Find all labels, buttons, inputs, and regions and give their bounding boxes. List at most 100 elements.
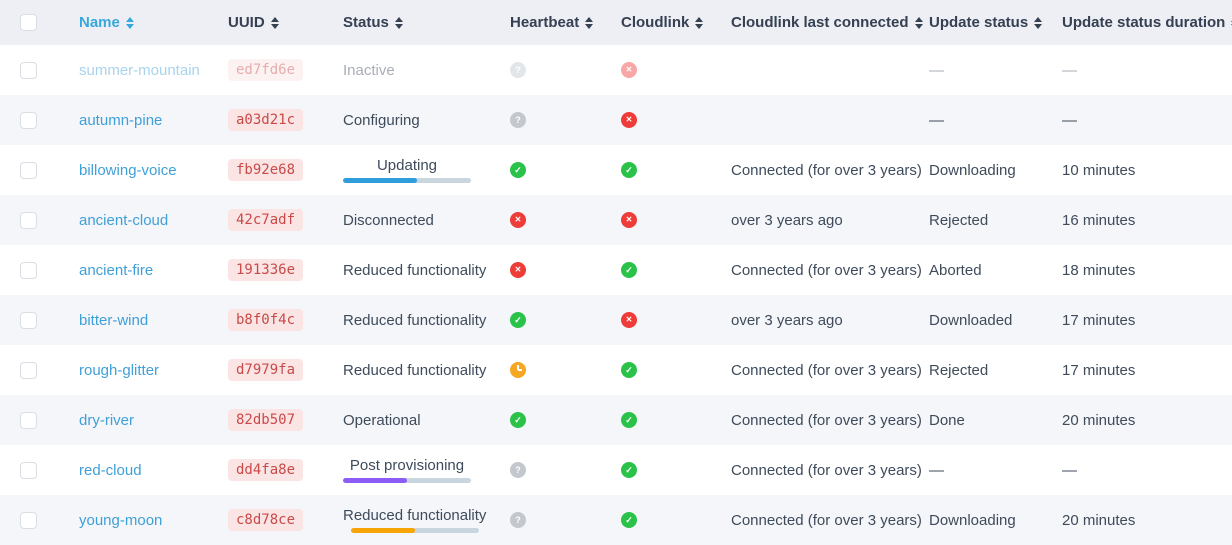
column-header-heartbeat[interactable]: Heartbeat: [510, 0, 621, 45]
cloudlink-last-connected-text: Connected (for over 3 years): [731, 512, 922, 529]
cell-cloudlink-last-connected: Connected (for over 3 years): [731, 245, 929, 295]
machine-name-link[interactable]: summer-mountain: [79, 62, 200, 79]
clock-icon: [510, 362, 526, 378]
machine-name-link[interactable]: autumn-pine: [79, 112, 162, 129]
sort-down-arrow: [695, 24, 703, 29]
machine-name-link[interactable]: bitter-wind: [79, 312, 148, 329]
update-status-text: —: [929, 462, 944, 479]
update-status-text: Downloaded: [929, 312, 1012, 329]
table-body: summer-mountained7fd6eInactive?✕——autumn…: [0, 45, 1232, 545]
cell-name: young-moon: [79, 495, 228, 545]
uuid-badge: 191336e: [228, 259, 303, 282]
cell-heartbeat: ✓: [510, 295, 621, 345]
update-status-duration-text: 17 minutes: [1062, 362, 1135, 379]
check-icon: ✓: [621, 362, 637, 378]
x-icon: ✕: [621, 112, 637, 128]
column-header-update_status[interactable]: Update status: [929, 0, 1062, 45]
column-header-label: Update status: [929, 14, 1028, 31]
cell-cloudlink: ✓: [621, 245, 731, 295]
update-status-text: Done: [929, 412, 965, 429]
cell-cloudlink: ✓: [621, 145, 731, 195]
row-checkbox[interactable]: [20, 412, 37, 429]
cloudlink-last-connected-text: Connected (for over 3 years): [731, 412, 922, 429]
cell-uuid: c8d78ce: [228, 495, 343, 545]
column-header-update_status_duration[interactable]: Update status duration: [1062, 0, 1232, 45]
row-checkbox[interactable]: [20, 512, 37, 529]
machine-name-link[interactable]: rough-glitter: [79, 362, 159, 379]
cell-heartbeat: [510, 345, 621, 395]
cell-uuid: 191336e: [228, 245, 343, 295]
machine-name-link[interactable]: billowing-voice: [79, 162, 177, 179]
cell-update-status-duration: 10 minutes: [1062, 145, 1232, 195]
table-row: ancient-cloud 42c7adf Disconnected ✕ ✕ over 3…: [0, 195, 1232, 245]
row-checkbox[interactable]: [20, 62, 37, 79]
machine-name-link[interactable]: red-cloud: [79, 462, 142, 479]
sort-down-arrow: [126, 24, 134, 29]
cell-update-status-duration: —: [1062, 445, 1232, 495]
cell-name: autumn-pine: [79, 95, 228, 145]
row-checkbox[interactable]: [20, 162, 37, 179]
column-header-status[interactable]: Status: [343, 0, 510, 45]
column-header-label: Cloudlink: [621, 14, 689, 31]
cell-update-status-duration: 17 minutes: [1062, 295, 1232, 345]
cell-name: billowing-voice: [79, 145, 228, 195]
cell-status: Operational: [343, 395, 510, 445]
cell-name: ancient-fire: [79, 245, 228, 295]
uuid-badge: 42c7adf: [228, 209, 303, 232]
cell-status: Disconnected: [343, 195, 510, 245]
update-status-text: —: [929, 62, 944, 79]
cell-cloudlink: ✕: [621, 45, 731, 95]
sort-up-arrow: [585, 17, 593, 22]
status-label: Reduced functionality: [343, 362, 486, 379]
cell-update-status: Aborted: [929, 245, 1062, 295]
cell-cloudlink: ✕: [621, 95, 731, 145]
cell-cloudlink-last-connected: Connected (for over 3 years): [731, 445, 929, 495]
machine-name-link[interactable]: ancient-cloud: [79, 212, 168, 229]
row-checkbox[interactable]: [20, 212, 37, 229]
cell-update-status: Downloading: [929, 145, 1062, 195]
select-all-checkbox[interactable]: [20, 14, 37, 31]
table-row: summer-mountained7fd6eInactive?✕——: [0, 45, 1232, 95]
x-icon: ✕: [621, 62, 637, 78]
cloudlink-last-connected-text: Connected (for over 3 years): [731, 462, 922, 479]
status-progress-fill: [343, 178, 417, 183]
row-checkbox[interactable]: [20, 262, 37, 279]
cell-status: Reduced functionality: [343, 245, 510, 295]
machine-name-link[interactable]: young-moon: [79, 512, 162, 529]
sort-down-arrow: [915, 24, 923, 29]
status-label: Disconnected: [343, 212, 434, 229]
machine-name-link[interactable]: ancient-fire: [79, 262, 153, 279]
cell-uuid: b8f0f4c: [228, 295, 343, 345]
cell-heartbeat: ✓: [510, 145, 621, 195]
column-header-cloudlink_last_connected[interactable]: Cloudlink last connected: [731, 0, 929, 45]
checkbox-cell: [20, 345, 79, 395]
check-icon: ✓: [621, 412, 637, 428]
cell-cloudlink: ✓: [621, 445, 731, 495]
row-checkbox[interactable]: [20, 312, 37, 329]
column-header-uuid[interactable]: UUID: [228, 0, 343, 45]
sort-up-arrow: [695, 17, 703, 22]
cell-update-status: Rejected: [929, 345, 1062, 395]
x-icon: ✕: [510, 212, 526, 228]
column-header-name[interactable]: Name: [79, 0, 228, 45]
row-checkbox[interactable]: [20, 362, 37, 379]
checkbox-cell: [20, 395, 79, 445]
update-status-duration-text: —: [1062, 62, 1077, 79]
row-checkbox[interactable]: [20, 112, 37, 129]
status-label: Post provisioning: [350, 457, 464, 474]
checkbox-cell: [20, 445, 79, 495]
column-header-cloudlink[interactable]: Cloudlink: [621, 0, 731, 45]
status-label: Reduced functionality: [343, 312, 486, 329]
machine-name-link[interactable]: dry-river: [79, 412, 134, 429]
question-icon: ?: [510, 62, 526, 78]
uuid-badge: b8f0f4c: [228, 309, 303, 332]
sort-down-arrow: [271, 24, 279, 29]
cell-update-status-duration: —: [1062, 95, 1232, 145]
row-checkbox[interactable]: [20, 462, 37, 479]
cell-cloudlink-last-connected: over 3 years ago: [731, 195, 929, 245]
cell-cloudlink-last-connected: Connected (for over 3 years): [731, 145, 929, 195]
status-label: Reduced functionality: [343, 507, 486, 524]
x-icon: ✕: [621, 212, 637, 228]
status-progress-bar: [343, 478, 471, 483]
sort-down-arrow: [1034, 24, 1042, 29]
